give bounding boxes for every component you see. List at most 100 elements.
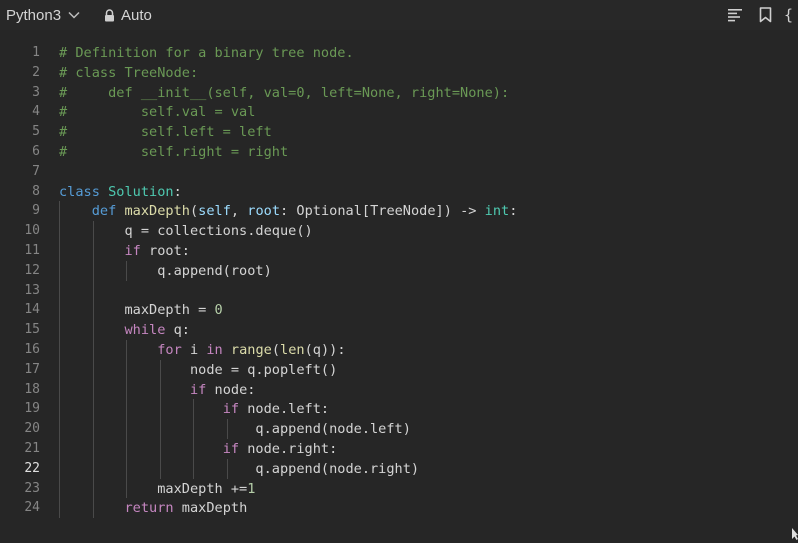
code-line[interactable]: 14 maxDepth = 0 [0,300,798,320]
code-token: ( [271,342,281,358]
indent-guide [227,458,228,479]
code-line[interactable]: 21 if node.right: [0,439,798,459]
line-number: 19 [24,401,40,417]
line-number: 20 [24,421,40,437]
code-token: root [247,203,281,220]
code-token: Solution [108,183,174,200]
code-token: # self.right = right [59,144,289,160]
code-text: q = collections.deque() [59,221,312,241]
code-line[interactable]: 11 if root: [0,241,798,261]
code-line[interactable]: 16 for i in range(len(q)): [0,340,798,360]
line-number: 14 [24,302,40,318]
indent-guide [126,260,128,281]
chevron-down-icon [68,11,80,19]
code-token: if [222,441,240,457]
code-text: # Definition for a binary tree node. [59,43,354,63]
code-line[interactable]: 15 while q: [0,320,798,340]
line-number: 23 [24,480,40,496]
code-line[interactable]: 3 # def __init__(self, val=0, left=None, … [0,83,798,103]
line-number: 16 [24,342,40,357]
auto-mode-toggle[interactable]: Auto [104,5,152,25]
code-line[interactable]: 10 q = collections.deque() [0,221,798,241]
line-number: 10 [24,223,40,239]
code-token: in [206,342,223,358]
code-token: q: [165,322,190,339]
code-token: q.append(root) [59,262,272,279]
line-number: 24 [24,500,40,516]
code-text: if root: [59,241,189,261]
code-text: for i in range(len(q)): [59,340,346,360]
code-line[interactable]: 17 node = q.popleft() [0,360,798,380]
code-line[interactable]: 24 return maxDepth [0,498,798,518]
code-line[interactable]: 9 def maxDepth(self, root: Optional[Tree… [0,201,798,221]
code-line[interactable]: 7 [0,162,798,182]
code-token: def [91,203,117,220]
editor-toolbar: Python3 Auto { [0,0,798,30]
code-line[interactable]: 22 q.append(node.right) [0,459,798,479]
code-token: self [198,203,231,220]
code-line[interactable]: 20 q.append(node.left) [0,419,798,439]
code-token: # class TreeNode: [59,64,199,81]
auto-mode-label: Auto [121,6,152,24]
code-line[interactable]: 13 [0,281,798,301]
bookmark-icon[interactable] [756,6,774,24]
code-line[interactable]: 19 if node.left: [0,399,798,419]
code-line[interactable]: 2 # class TreeNode: [0,63,798,83]
code-token: node.left: [239,401,330,418]
line-number: 13 [24,282,40,298]
language-selector[interactable]: Python3 [6,5,80,25]
code-line[interactable]: 8 class Solution: [0,182,798,202]
code-token: range [230,342,272,358]
mouse-cursor-icon [792,528,798,540]
code-line[interactable]: 23 maxDepth +=1 [0,479,798,499]
braces-icon[interactable]: { [784,6,798,24]
line-number: 2 [32,64,40,80]
indent-guide [92,221,94,519]
code-text: # class TreeNode: [59,63,198,83]
code-line[interactable]: 18 if node: [0,380,798,400]
code-token: if [124,243,141,259]
align-left-icon[interactable] [726,6,744,24]
line-number: 11 [24,243,40,258]
code-text: class Solution: [59,182,182,202]
code-token: 0 [214,302,223,319]
code-line[interactable]: 12 q.append(root) [0,261,798,281]
line-number: 22 [24,460,40,476]
code-line[interactable]: 4 # self.val = val [0,102,798,122]
code-token: for [157,342,182,358]
code-token: (q)): [304,342,346,358]
code-text: # self.left = left [59,122,272,142]
line-number: 8 [32,183,40,199]
line-number: 9 [32,203,40,219]
code-token: # self.left = left [59,124,272,141]
code-token: if [189,381,207,398]
code-token: i [181,342,207,358]
line-number: 21 [24,441,40,456]
code-token: maxDepth = [59,302,215,319]
code-text: q.append(node.right) [59,459,419,479]
code-text: q.append(node.left) [59,419,411,439]
code-token: while [124,322,166,339]
code-text: while q: [59,320,190,340]
language-label: Python3 [6,6,62,24]
code-line[interactable]: 6 # self.right = right [0,142,798,162]
line-number: 7 [32,163,40,179]
code-editor[interactable]: 1 # Definition for a binary tree node. 2 # … [0,30,798,543]
code-line[interactable]: 5 # self.left = left [0,122,798,142]
indent-guide [193,399,195,479]
code-token: # Definition for a binary tree node. [59,45,354,61]
code-token: # def __init__(self, val=0, left=None, r… [59,84,510,101]
code-token: , [230,203,248,220]
indent-guide [227,419,228,439]
code-text: # def __init__(self, val=0, left=None, r… [59,83,509,103]
indent-guide [59,201,60,519]
code-line[interactable]: 1 # Definition for a binary tree node. [0,43,798,63]
lock-icon [104,8,115,22]
code-text: maxDepth +=1 [59,479,255,499]
code-text: maxDepth = 0 [59,300,223,320]
code-token: : [173,183,182,200]
line-number: 5 [32,124,40,140]
